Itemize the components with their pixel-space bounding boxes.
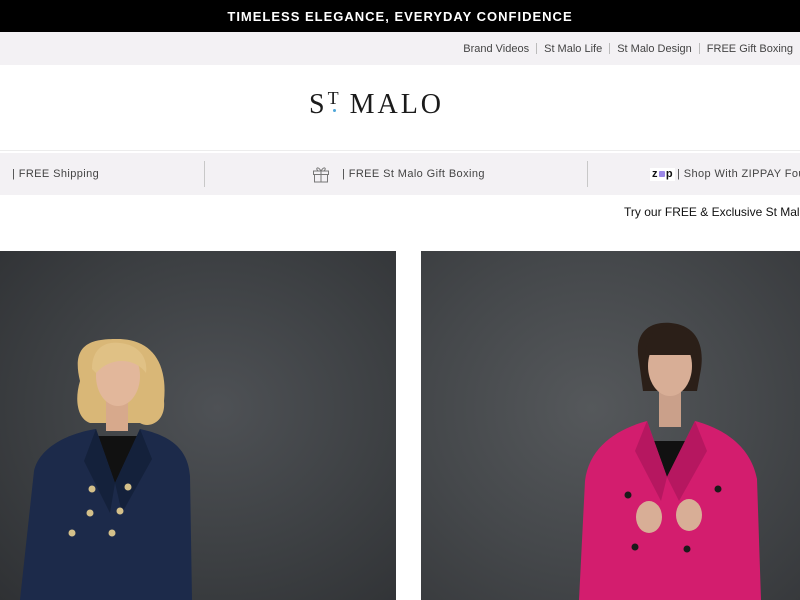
usp-zippay[interactable]: zp | Shop With ZIPPAY Fou: [650, 153, 800, 195]
model-pink-blazer-illustration: [579, 322, 761, 600]
usp-free-shipping[interactable]: | FREE Shipping: [12, 153, 99, 195]
announcement-text: TIMELESS ELEGANCE, EVERYDAY CONFIDENCE: [227, 8, 573, 24]
usp-divider: [204, 161, 205, 187]
utility-link-st-malo-design[interactable]: St Malo Design: [617, 43, 692, 55]
logo-dot: [332, 109, 336, 112]
model-navy-blazer-illustration: [20, 339, 192, 600]
logo-t: T: [328, 88, 342, 112]
zip-logo-icon: zp: [650, 167, 676, 181]
hero-image-navy-blazer[interactable]: [0, 251, 396, 600]
divider: [536, 43, 538, 54]
usp-shipping-label: | FREE Shipping: [12, 168, 100, 180]
site-header: ST MALO: [0, 65, 800, 151]
logo-s: S: [309, 89, 328, 120]
usp-zippay-label: | Shop With ZIPPAY Fou: [677, 168, 800, 180]
utility-nav: Brand Videos St Malo Life St Malo Design…: [0, 32, 800, 65]
utility-link-brand-videos[interactable]: Brand Videos: [463, 43, 529, 55]
divider: [609, 43, 611, 54]
utility-link-st-malo-life[interactable]: St Malo Life: [544, 43, 602, 55]
promo-text[interactable]: Try our FREE & Exclusive St Malo I: [624, 205, 800, 219]
usp-bar: | FREE Shipping | FREE St Malo Gift Boxi…: [0, 153, 800, 195]
divider: [698, 43, 700, 54]
usp-gift-boxing[interactable]: | FREE St Malo Gift Boxing: [312, 153, 485, 195]
st-malo-logo[interactable]: ST MALO: [309, 89, 444, 119]
gift-box-icon: [313, 167, 329, 183]
usp-gift-label: | FREE St Malo Gift Boxing: [342, 168, 485, 180]
logo-name: MALO: [349, 89, 445, 120]
usp-divider: [587, 161, 588, 187]
announcement-bar: TIMELESS ELEGANCE, EVERYDAY CONFIDENCE: [0, 0, 800, 32]
hero-image-pink-blazer[interactable]: [421, 251, 800, 600]
utility-link-gift-boxing[interactable]: FREE Gift Boxing: [707, 43, 793, 55]
